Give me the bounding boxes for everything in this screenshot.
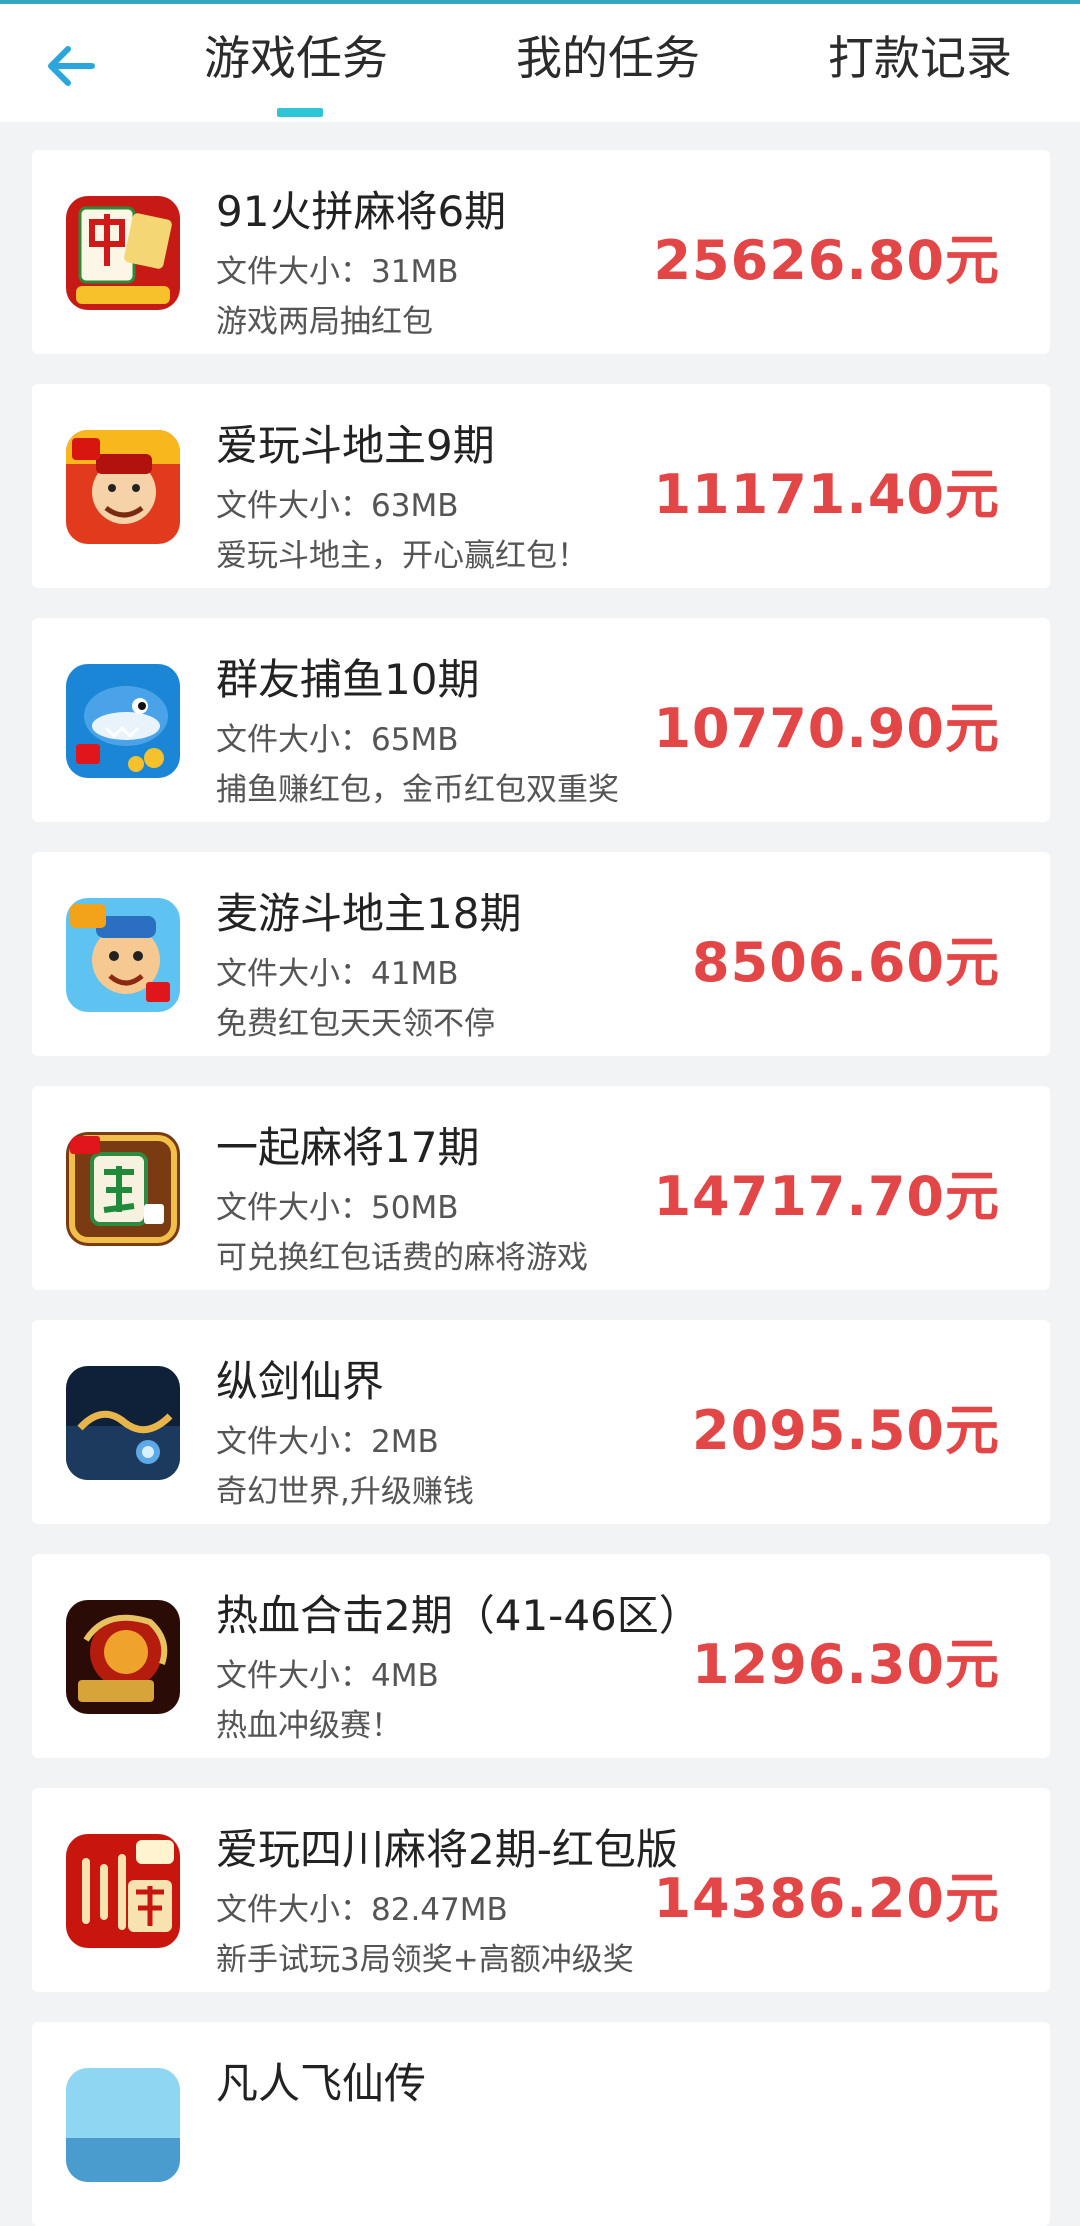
doudizhu-landlord-icon (66, 430, 180, 544)
task-reward: 8506.60元 (692, 931, 1000, 994)
back-button[interactable] (40, 34, 104, 98)
task-reward: 14717.70元 (653, 1165, 1000, 1228)
task-title: 爱玩斗地主9期 (216, 421, 495, 470)
fishing-shark-icon (66, 664, 180, 778)
task-card[interactable]: 91火拼麻将6期 文件大小：31MB 游戏两局抽红包 25626.80元 (32, 150, 1050, 354)
task-title: 爱玩四川麻将2期-红包版 (216, 1825, 678, 1874)
tab-game-tasks[interactable]: 游戏任务 (204, 26, 388, 90)
task-file-size: 文件大小：82.47MB (216, 1892, 508, 1928)
task-file-size: 文件大小：4MB (216, 1658, 439, 1694)
task-card[interactable]: 凡人飞仙传 (32, 2022, 1050, 2226)
task-reward: 25626.80元 (653, 229, 1000, 292)
task-description: 免费红包天天领不停 (216, 1006, 495, 1042)
task-description: 爱玩斗地主，开心赢红包！ (216, 538, 588, 574)
back-arrow-icon (48, 46, 95, 86)
task-title: 91火拼麻将6期 (216, 187, 507, 236)
doudizhu-farmer-icon (66, 898, 180, 1012)
task-description: 新手试玩3局领奖+高额冲级奖 (216, 1942, 634, 1978)
task-file-size: 文件大小：41MB (216, 956, 459, 992)
task-title: 纵剑仙界 (216, 1357, 385, 1406)
task-card[interactable]: 群友捕鱼10期 文件大小：65MB 捕鱼赚红包，金币红包双重奖 10770.90… (32, 618, 1050, 822)
task-description: 游戏两局抽红包 (216, 304, 433, 340)
task-card[interactable]: 爱玩斗地主9期 文件大小：63MB 爱玩斗地主，开心赢红包！ 11171.40元 (32, 384, 1050, 588)
task-reward: 14386.20元 (653, 1867, 1000, 1930)
tab-payment-records[interactable]: 打款记录 (828, 26, 1012, 90)
task-reward: 2095.50元 (692, 1399, 1000, 1462)
task-file-size: 文件大小：31MB (216, 254, 459, 290)
task-description: 捕鱼赚红包，金币红包双重奖 (216, 772, 619, 808)
rexue-dragon-icon (66, 1600, 180, 1714)
task-title: 群友捕鱼10期 (216, 655, 480, 704)
task-card[interactable]: 一起麻将17期 文件大小：50MB 可兑换红包话费的麻将游戏 14717.70元 (32, 1086, 1050, 1290)
task-file-size: 文件大小：2MB (216, 1424, 439, 1460)
task-title: 热血合击2期（41-46区） (216, 1591, 701, 1640)
task-file-size: 文件大小：65MB (216, 722, 459, 758)
task-title: 凡人飞仙传 (216, 2059, 427, 2108)
task-card[interactable]: 麦游斗地主18期 文件大小：41MB 免费红包天天领不停 8506.60元 (32, 852, 1050, 1056)
task-reward: 1296.30元 (692, 1633, 1000, 1696)
fanren-feixian-icon (66, 2068, 180, 2182)
task-reward: 11171.40元 (653, 463, 1000, 526)
task-card[interactable]: 爱玩四川麻将2期-红包版 文件大小：82.47MB 新手试玩3局领奖+高额冲级奖… (32, 1788, 1050, 1992)
task-card[interactable]: 热血合击2期（41-46区） 文件大小：4MB 热血冲级赛！ 1296.30元 (32, 1554, 1050, 1758)
task-description: 可兑换红包话费的麻将游戏 (216, 1240, 588, 1276)
task-file-size: 文件大小：50MB (216, 1190, 459, 1226)
task-description: 奇幻世界,升级赚钱 (216, 1474, 474, 1510)
xianjie-fantasy-icon (66, 1366, 180, 1480)
mahjong-zhong-icon (66, 196, 180, 310)
task-file-size: 文件大小：63MB (216, 488, 459, 524)
mahjong-fa-icon (66, 1132, 180, 1246)
tab-my-tasks[interactable]: 我的任务 (516, 26, 700, 90)
active-tab-indicator (277, 108, 323, 117)
task-title: 麦游斗地主18期 (216, 889, 522, 938)
top-nav-bar: 游戏任务 我的任务 打款记录 (0, 4, 1080, 122)
task-reward: 10770.90元 (653, 697, 1000, 760)
sichuan-mahjong-icon (66, 1834, 180, 1948)
task-card[interactable]: 纵剑仙界 文件大小：2MB 奇幻世界,升级赚钱 2095.50元 (32, 1320, 1050, 1524)
task-title: 一起麻将17期 (216, 1123, 480, 1172)
task-description: 热血冲级赛！ (216, 1708, 402, 1744)
